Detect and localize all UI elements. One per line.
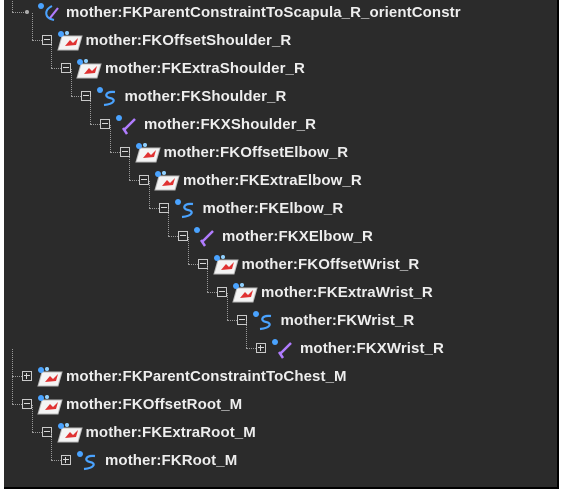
leaf-dot-icon (25, 10, 29, 14)
node-label[interactable]: mother:FKWrist_R (281, 312, 415, 329)
node-label[interactable]: mother:FKXElbow_R (222, 228, 373, 245)
joint-curve-icon (173, 198, 201, 220)
joint-icon (114, 114, 142, 136)
tree-connector-line (90, 97, 91, 124)
outliner-row[interactable]: mother:FKXElbow_R (4, 209, 557, 251)
outliner-row[interactable]: mother:FKExtraElbow_R (4, 153, 557, 195)
node-label[interactable]: mother:FKXWrist_R (300, 340, 444, 357)
tree-connector-line (12, 0, 13, 12)
tree-connector-line (148, 181, 150, 208)
outliner-row[interactable]: mother:FKRoot_M (4, 433, 557, 475)
joint-icon (192, 226, 220, 248)
tree-connector-line (226, 293, 228, 320)
tree-connector-line (129, 153, 130, 180)
node-label[interactable]: mother:FKParentConstraintToChest_M (66, 368, 347, 385)
node-label[interactable]: mother:FKXShoulder_R (144, 116, 316, 133)
node-label[interactable]: mother:FKExtraRoot_M (86, 424, 256, 441)
outliner-row[interactable]: mother:FKXShoulder_R (4, 97, 557, 139)
joint-curve-icon (95, 86, 123, 108)
collapse-icon[interactable] (119, 147, 130, 157)
tree-connector-line (12, 377, 13, 404)
node-label[interactable]: mother:FKExtraShoulder_R (105, 60, 305, 77)
outliner-row[interactable]: mother:FKWrist_R (4, 293, 557, 335)
orient-constraint-icon (36, 2, 64, 24)
transform-node-icon (36, 394, 64, 416)
tree-connector-line (12, 12, 26, 13)
collapse-icon[interactable] (139, 175, 149, 185)
collapse-icon[interactable] (41, 35, 52, 45)
outliner-row[interactable]: mother:FKOffsetShoulder_R (4, 13, 557, 55)
expand-icon[interactable] (256, 343, 266, 353)
tree-connector-line (246, 321, 247, 348)
transform-node-icon (56, 30, 84, 52)
collapse-icon[interactable] (41, 427, 52, 437)
expand-icon[interactable] (61, 455, 71, 465)
joint-curve-icon (251, 310, 279, 332)
node-label[interactable]: mother:FKElbow_R (203, 200, 344, 217)
transform-node-icon (75, 58, 103, 80)
node-label[interactable]: mother:FKOffsetShoulder_R (86, 32, 292, 49)
tree-connector-line (187, 237, 189, 264)
transform-node-icon (56, 422, 84, 444)
node-label[interactable]: mother:FKExtraElbow_R (183, 172, 362, 189)
outliner-row[interactable]: mother:FKXWrist_R (4, 321, 557, 363)
node-label[interactable]: mother:FKOffsetElbow_R (164, 144, 349, 161)
transform-node-icon (134, 142, 162, 164)
collapse-icon[interactable] (158, 203, 169, 213)
outliner-row[interactable]: mother:FKOffsetWrist_R (4, 237, 557, 279)
outliner-row[interactable]: mother:FKShoulder_R (4, 69, 557, 111)
transform-node-icon (231, 282, 259, 304)
joint-icon (270, 338, 298, 360)
outliner-row[interactable]: mother:FKParentConstraintToScapula_R_ori… (4, 0, 557, 27)
node-label[interactable]: mother:FKOffsetRoot_M (66, 396, 242, 413)
tree-connector-line (70, 69, 72, 96)
collapse-icon[interactable] (178, 231, 188, 241)
tree-connector-line (51, 433, 52, 460)
tree-connector-line (207, 265, 208, 292)
collapse-icon[interactable] (100, 119, 110, 129)
transform-node-icon (36, 366, 64, 388)
node-label[interactable]: mother:FKParentConstraintToScapula_R_ori… (66, 4, 461, 21)
node-label[interactable]: mother:FKExtraWrist_R (261, 284, 433, 301)
node-label[interactable]: mother:FKRoot_M (105, 452, 237, 469)
collapse-icon[interactable] (217, 287, 227, 297)
tree-connector-line (31, 405, 33, 432)
collapse-icon[interactable] (61, 63, 71, 73)
outliner-row[interactable]: mother:FKOffsetElbow_R (4, 125, 557, 167)
transform-node-icon (153, 170, 181, 192)
outliner-row[interactable]: mother:FKExtraWrist_R (4, 265, 557, 307)
collapse-icon[interactable] (197, 259, 208, 269)
transform-node-icon (212, 254, 240, 276)
expand-icon[interactable] (22, 371, 32, 381)
outliner-row[interactable]: mother:FKExtraRoot_M (4, 405, 557, 447)
outliner-row[interactable]: mother:FKParentConstraintToChest_M (4, 349, 557, 391)
outliner-row[interactable]: mother:FKOffsetRoot_M (4, 377, 557, 419)
node-label[interactable]: mother:FKShoulder_R (125, 88, 287, 105)
node-label[interactable]: mother:FKOffsetWrist_R (242, 256, 420, 273)
tree-connector-line (51, 41, 52, 68)
outliner-row[interactable]: mother:FKElbow_R (4, 181, 557, 223)
tree-connector-line (168, 209, 169, 236)
outliner-row[interactable]: mother:FKExtraShoulder_R (4, 41, 557, 83)
tree-connector-line (31, 13, 33, 40)
collapse-icon[interactable] (22, 399, 32, 409)
tree-connector-line (12, 349, 13, 376)
collapse-icon[interactable] (236, 315, 247, 325)
outliner-panel: mother:FKParentConstraintToScapula_R_ori… (4, 0, 559, 489)
collapse-icon[interactable] (80, 91, 91, 101)
tree-connector-line (109, 125, 111, 152)
joint-curve-icon (75, 450, 103, 472)
